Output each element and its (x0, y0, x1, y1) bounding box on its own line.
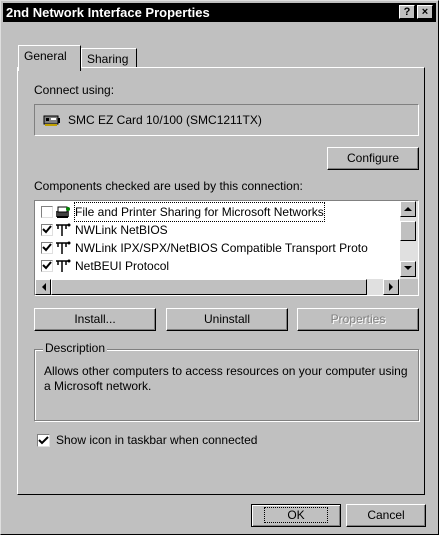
vertical-scrollbar[interactable] (400, 201, 418, 279)
component-label: File and Printer Sharing for Microsoft N… (74, 202, 325, 222)
install-button[interactable]: Install... (34, 308, 156, 331)
scroll-left-button[interactable] (35, 279, 51, 295)
component-label: NWLink IPX/SPX/NetBIOS Compatible Transp… (75, 241, 368, 255)
scroll-thumb[interactable] (400, 221, 416, 241)
horizontal-scrollbar[interactable] (35, 279, 400, 295)
arrow-up-icon (404, 207, 412, 211)
list-item[interactable]: File and Printer Sharing for Microsoft N… (37, 202, 401, 222)
uninstall-label: Uninstall (203, 312, 251, 326)
component-checkbox[interactable] (41, 260, 53, 272)
network-protocol-icon (54, 223, 72, 237)
network-card-icon (43, 113, 61, 127)
description-text: Allows other computers to access resourc… (44, 364, 408, 393)
scroll-corner (400, 279, 418, 295)
components-label: Components checked are used by this conn… (34, 179, 303, 193)
ok-label: OK (264, 507, 328, 523)
properties-dialog: 2nd Network Interface Properties ? × Gen… (0, 0, 439, 535)
configure-button[interactable]: Configure (327, 147, 419, 170)
configure-label: Configure (346, 151, 400, 165)
properties-button[interactable]: Properties (297, 308, 419, 331)
list-item[interactable]: NWLink IPX/SPX/NetBIOS Compatible Transp… (37, 239, 401, 257)
scroll-right-button[interactable] (383, 279, 399, 295)
ok-button[interactable]: OK (251, 504, 341, 527)
list-item[interactable]: NetBEUI Protocol (37, 257, 401, 275)
component-checkbox[interactable] (41, 224, 53, 236)
component-checkbox[interactable] (41, 242, 53, 254)
description-group: Description Allows other computers to ac… (34, 341, 419, 421)
window-title: 2nd Network Interface Properties (6, 5, 210, 20)
show-icon-checkbox[interactable] (37, 434, 50, 447)
file-printer-sharing-icon (54, 205, 72, 219)
install-label: Install... (74, 312, 116, 326)
description-label: Description (43, 341, 108, 355)
components-list[interactable]: File and Printer Sharing for Microsoft N… (34, 200, 419, 296)
help-button[interactable]: ? (399, 5, 415, 19)
arrow-right-icon (389, 283, 393, 291)
arrow-left-icon (42, 283, 46, 291)
tab-general[interactable]: General (18, 45, 81, 71)
show-icon-label[interactable]: Show icon in taskbar when connected (56, 433, 257, 447)
cancel-label: Cancel (367, 508, 405, 522)
checkmark-icon (38, 436, 49, 445)
component-checkbox[interactable] (41, 206, 53, 218)
scroll-up-button[interactable] (400, 201, 416, 217)
adapter-name: SMC EZ Card 10/100 (SMC1211TX) (68, 113, 262, 127)
adapter-field: SMC EZ Card 10/100 (SMC1211TX) (34, 104, 419, 136)
component-label: NetBEUI Protocol (75, 259, 170, 273)
network-protocol-icon (54, 241, 72, 255)
network-protocol-icon (54, 259, 72, 273)
connect-using-label: Connect using: (34, 83, 115, 97)
tab-general-label: General (24, 49, 67, 63)
component-label: NWLink NetBIOS (75, 223, 168, 237)
uninstall-button[interactable]: Uninstall (166, 308, 288, 331)
scroll-down-button[interactable] (400, 261, 416, 277)
list-item[interactable]: NWLink NetBIOS (37, 221, 401, 239)
title-bar[interactable]: 2nd Network Interface Properties ? × (3, 3, 436, 22)
arrow-down-icon (404, 266, 412, 270)
close-button[interactable]: × (417, 5, 433, 19)
cancel-button[interactable]: Cancel (346, 504, 426, 527)
hscroll-thumb[interactable] (51, 279, 367, 295)
properties-label: Properties (330, 312, 386, 326)
tab-sharing-label: Sharing (87, 52, 129, 66)
